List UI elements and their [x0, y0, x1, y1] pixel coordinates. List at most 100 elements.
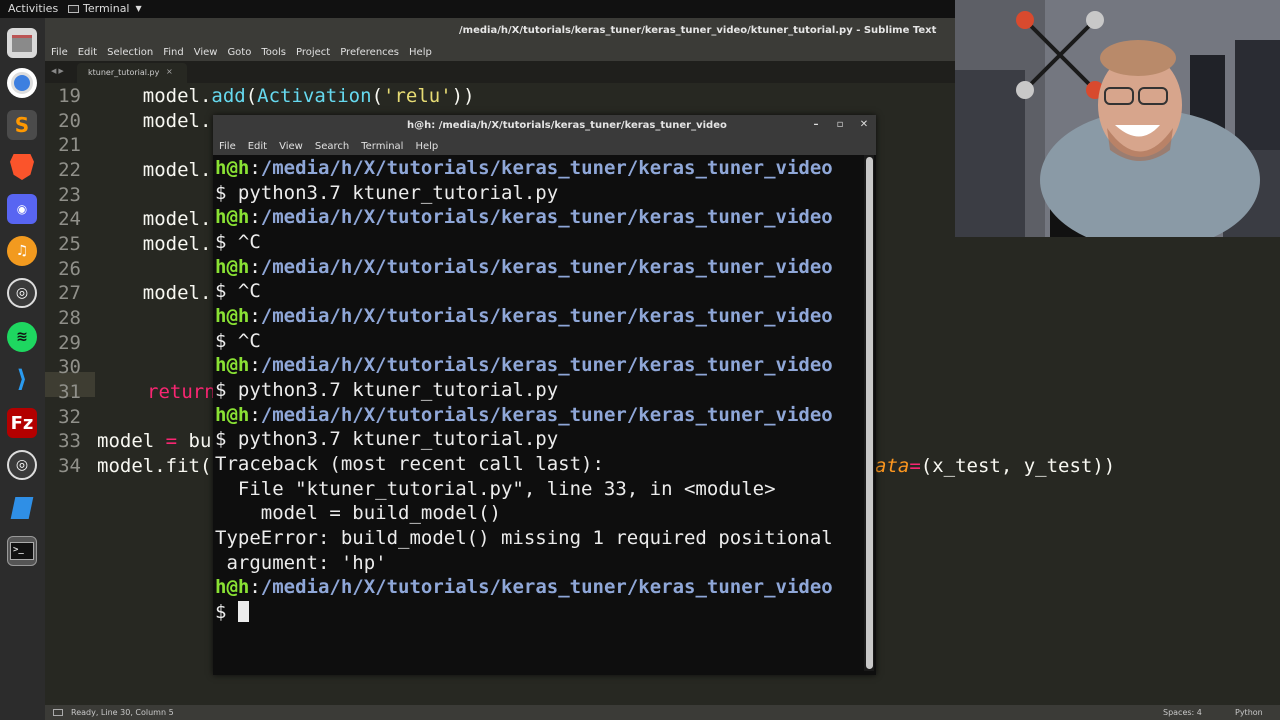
line-number: 29: [58, 332, 81, 354]
line-number: 25: [58, 233, 81, 255]
prompt-line: h@h:/media/h/X/tutorials/keras_tuner/ker…: [215, 157, 833, 179]
prompt-line: h@h:/media/h/X/tutorials/keras_tuner/ker…: [215, 404, 833, 426]
code-line-22: model.: [97, 159, 212, 181]
code-token: model.: [97, 85, 212, 107]
menu-project[interactable]: Project: [296, 47, 330, 58]
prompt-sep: :: [249, 354, 261, 376]
line-number: 28: [58, 307, 81, 329]
brave-icon[interactable]: [7, 152, 37, 182]
prompt-path: /media/h/X/tutorials/keras_tuner/keras_t…: [260, 404, 833, 426]
traceback-line: File "ktuner_tutorial.py", line 33, in <…: [215, 478, 776, 500]
spotify-icon[interactable]: ≋: [7, 322, 37, 352]
command-line: $ ^C: [215, 330, 261, 352]
menu-file[interactable]: File: [51, 47, 68, 58]
menu-search[interactable]: Search: [315, 141, 349, 152]
app-menu[interactable]: Terminal ▼: [68, 2, 142, 15]
code-line-24: model.: [97, 208, 212, 230]
tab-ktuner-tutorial[interactable]: ktuner_tutorial.py ×: [77, 63, 187, 83]
code-line-25: model.: [97, 233, 212, 255]
minimize-icon[interactable]: –: [809, 118, 823, 132]
webcam-overlay: [955, 0, 1280, 237]
prompt-path: /media/h/X/tutorials/keras_tuner/keras_t…: [260, 576, 833, 598]
close-icon[interactable]: ×: [166, 67, 173, 76]
activities-button[interactable]: Activities: [8, 2, 58, 15]
tab-nav-arrows-icon[interactable]: ◀▶: [51, 67, 66, 75]
terminal-scrollbar[interactable]: [864, 155, 874, 671]
code-token: Activation: [257, 85, 372, 107]
code-line-34: model.fit(: [97, 455, 212, 477]
code-token: add: [211, 85, 246, 107]
code-line-33: model = bu: [97, 430, 211, 452]
obs-icon[interactable]: ◎: [7, 278, 37, 308]
terminal-window: h@h: /media/h/X/tutorials/keras_tuner/ke…: [213, 115, 876, 675]
menu-preferences[interactable]: Preferences: [340, 47, 399, 58]
vscode-icon[interactable]: ⟩: [7, 364, 37, 394]
sublime-text-icon[interactable]: S: [7, 110, 37, 140]
menu-selection[interactable]: Selection: [107, 47, 153, 58]
line-number: 20: [58, 110, 81, 132]
prompt-path: /media/h/X/tutorials/keras_tuner/keras_t…: [260, 206, 833, 228]
discord-icon[interactable]: ◉: [7, 194, 37, 224]
scrollbar-thumb[interactable]: [866, 157, 873, 669]
prompt-user: h@h: [215, 404, 250, 426]
line-number: 32: [58, 406, 81, 428]
sublime-title-bar: /media/h/X/tutorials/keras_tuner/keras_t…: [45, 18, 955, 44]
maximize-icon[interactable]: ▫: [833, 118, 847, 132]
line-number: 21: [58, 134, 81, 156]
code-token: 'relu': [383, 85, 452, 107]
code-line-34-continued: ata=(x_test, y_test)): [875, 455, 1115, 477]
menu-help[interactable]: Help: [415, 141, 438, 152]
menu-view[interactable]: View: [194, 47, 218, 58]
file-manager-icon[interactable]: [7, 28, 37, 58]
app-icon[interactable]: [7, 493, 37, 523]
menu-edit[interactable]: Edit: [78, 47, 97, 58]
line-number: 30: [58, 356, 81, 378]
menu-terminal[interactable]: Terminal: [361, 141, 403, 152]
prompt-sep: :: [249, 404, 261, 426]
line-number: 33: [58, 430, 81, 452]
prompt-user: h@h: [215, 305, 250, 327]
indentation-setting[interactable]: Spaces: 4: [1163, 708, 1202, 717]
menu-view[interactable]: View: [279, 141, 303, 152]
chromium-icon[interactable]: [7, 68, 37, 98]
panel-toggle-icon[interactable]: [53, 709, 63, 716]
prompt-path: /media/h/X/tutorials/keras_tuner/keras_t…: [260, 157, 833, 179]
menu-goto[interactable]: Goto: [227, 47, 251, 58]
code-token: (: [245, 85, 258, 107]
tab-label: ktuner_tutorial.py: [88, 68, 160, 77]
close-icon[interactable]: ✕: [857, 118, 871, 132]
code-line-27: model.: [97, 282, 212, 304]
code-token: ata: [875, 455, 910, 477]
rhythmbox-icon[interactable]: ♫: [7, 236, 37, 266]
text-cursor: [237, 601, 249, 622]
syntax-setting[interactable]: Python: [1235, 708, 1263, 717]
menu-edit[interactable]: Edit: [248, 141, 267, 152]
terminal-small-icon: [68, 4, 79, 13]
menu-find[interactable]: Find: [163, 47, 184, 58]
prompt-sep: :: [249, 305, 261, 327]
code-token: )): [451, 85, 475, 107]
menu-help[interactable]: Help: [409, 47, 432, 58]
webcam-scene: [955, 0, 1280, 237]
line-number: 27: [58, 282, 81, 304]
current-prompt: $: [215, 601, 249, 623]
menu-file[interactable]: File: [219, 141, 236, 152]
filezilla-icon[interactable]: Fz: [7, 408, 37, 438]
app-menu-label: Terminal: [83, 2, 130, 15]
terminal-title: h@h: /media/h/X/tutorials/keras_tuner/ke…: [407, 120, 727, 131]
prompt-sep: :: [249, 256, 261, 278]
error-line: argument: 'hp': [215, 552, 387, 574]
obs-icon-2[interactable]: ◎: [7, 450, 37, 480]
prompt-path: /media/h/X/tutorials/keras_tuner/keras_t…: [260, 305, 833, 327]
prompt-symbol: $: [215, 601, 238, 623]
command-line: $ ^C: [215, 231, 261, 253]
line-number: 24: [58, 208, 81, 230]
traceback-line: model = build_model(): [215, 502, 501, 524]
sublime-menu-bar: File Edit Selection Find View Goto Tools…: [45, 44, 955, 61]
command-line: $ python3.7 ktuner_tutorial.py: [215, 379, 559, 401]
prompt-user: h@h: [215, 206, 250, 228]
menu-tools[interactable]: Tools: [261, 47, 286, 58]
terminal-icon[interactable]: >_: [7, 536, 37, 566]
terminal-output[interactable]: h@h:/media/h/X/tutorials/keras_tuner/ker…: [213, 155, 863, 675]
prompt-sep: :: [249, 157, 261, 179]
